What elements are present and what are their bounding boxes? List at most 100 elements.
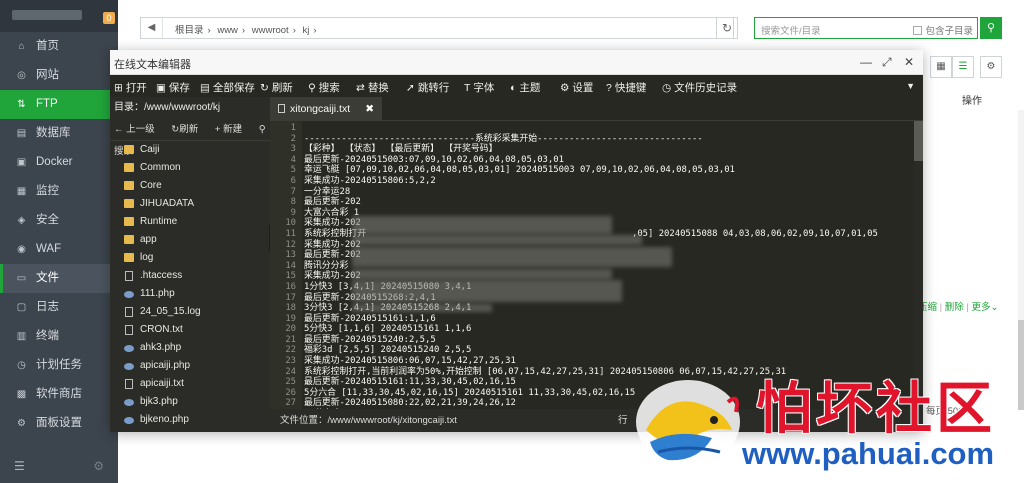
toolbar-theme-button[interactable]: ◐ 主题 <box>510 80 540 95</box>
tab-close-icon[interactable]: ✖ <box>365 97 374 121</box>
ops-column-header: 操作 <box>962 96 982 107</box>
crumb-wwwroot[interactable]: wwwroot <box>252 25 289 36</box>
crumb-www[interactable]: www <box>217 25 238 36</box>
sidebar-item-13[interactable]: ⚙ 面板设置 <box>0 409 118 438</box>
file-search-input[interactable]: 搜索文件/目录 包含子目录 <box>754 17 978 39</box>
path-refresh-icon[interactable]: ↻ <box>716 17 738 39</box>
sidebar-item-0[interactable]: ⌂ 首页 <box>0 32 118 61</box>
toolbar-save-button[interactable]: ▣ 保存 <box>156 80 190 95</box>
blurred-region <box>352 304 492 312</box>
code-line: 6 采集成功-20240515806:5,2,2 <box>290 175 436 186</box>
sidebar-item-label: WAF <box>36 243 62 255</box>
editor-title: 在线文本编辑器 <box>114 59 191 71</box>
settings-gear-icon[interactable]: ⚙ <box>980 56 1002 78</box>
minimize-icon[interactable]: — <box>860 55 872 69</box>
file-tree-item[interactable]: log <box>110 249 270 267</box>
toolbar-search-button[interactable]: ⚲ 搜索 <box>308 80 340 95</box>
sidebar-item-9[interactable]: ▢ 日志 <box>0 293 118 322</box>
folder-icon: ▭ <box>16 273 27 284</box>
file-tree-item[interactable]: Common <box>110 159 270 177</box>
sidebar-item-label: 软件商店 <box>36 388 82 400</box>
code-line: 8 最后更新-202 <box>290 197 361 208</box>
tab-xitongcaiji[interactable]: xitongcaiji.txt ✖ <box>270 97 382 121</box>
toolbar-collapse-icon[interactable]: ▼ <box>906 81 915 91</box>
search-icon[interactable]: ⚲ <box>980 17 1002 39</box>
toolbar-history-button[interactable]: ◷ 文件历史记录 <box>662 80 737 95</box>
sidebar-item-10[interactable]: ▥ 终端 <box>0 322 118 351</box>
file-tree-item[interactable]: 111.php <box>110 285 270 303</box>
terminal-icon: ▥ <box>16 331 27 342</box>
file-tree-item[interactable]: app <box>110 231 270 249</box>
file-tree-item[interactable]: Core <box>110 177 270 195</box>
sidebar-item-5[interactable]: ▦ 监控 <box>0 177 118 206</box>
collapse-menu-icon[interactable]: ☰ <box>14 459 25 473</box>
dir-refresh-button[interactable]: ↻刷新 <box>171 124 205 135</box>
text-file-icon <box>278 104 285 113</box>
close-icon[interactable]: ✕ <box>904 55 914 69</box>
sidebar: 0 ⌂ 首页 ◎ 网站 ⇅ FTP ▤ 数据库 ▣ Docker ▦ 监控 ◈ 安全 ◉ WAF ▭ 文件 ▢ 日志 ▥… <box>0 0 118 483</box>
search-icon: ⚲ <box>308 82 316 94</box>
sidebar-item-3[interactable]: ▤ 数据库 <box>0 119 118 148</box>
crumb-kj[interactable]: kj <box>303 25 310 36</box>
sidebar-item-7[interactable]: ◉ WAF <box>0 235 118 264</box>
sidebar-item-11[interactable]: ◷ 计划任务 <box>0 351 118 380</box>
sidebar-item-6[interactable]: ◈ 安全 <box>0 206 118 235</box>
sidebar-item-4[interactable]: ▣ Docker <box>0 148 118 177</box>
new-file-button[interactable]: + 新建 <box>215 124 249 135</box>
sidebar-item-1[interactable]: ◎ 网站 <box>0 61 118 90</box>
open-icon: ⊞ <box>114 82 123 94</box>
file-tree-item[interactable]: .htaccess <box>110 267 270 285</box>
delete-link[interactable]: 删除 <box>945 302 964 313</box>
code-line: 21 最后更新-20240515240:2,5,5 <box>285 334 436 345</box>
file-tree-item[interactable]: Caiji <box>110 141 270 159</box>
toolbar-font-button[interactable]: T 字体 <box>464 80 494 95</box>
php-file-icon <box>124 291 134 298</box>
up-level-button[interactable]: ← 上一级 <box>114 124 162 135</box>
file-tree-item[interactable]: ahk3.php <box>110 339 270 357</box>
file-tree-item[interactable]: apicaiji.php <box>110 357 270 375</box>
back-arrow-icon[interactable]: ◀ <box>141 18 163 38</box>
monitor-icon: ▦ <box>16 186 27 197</box>
more-link[interactable]: 更多 <box>972 302 991 313</box>
grid-view-icon[interactable]: ▦ <box>930 56 952 78</box>
file-tree-item[interactable]: JIHUADATA <box>110 195 270 213</box>
toolbar-open-button[interactable]: ⊞ 打开 <box>114 80 147 95</box>
list-view-icon[interactable]: ☰ <box>952 56 974 78</box>
sidebar-menu: ⌂ 首页 ◎ 网站 ⇅ FTP ▤ 数据库 ▣ Docker ▦ 监控 ◈ 安全 ◉ WAF ▭ 文件 ▢ 日志 ▥ 终端… <box>0 32 118 438</box>
notification-badge[interactable]: 0 <box>103 12 115 24</box>
search-placeholder: 搜索文件/目录 <box>761 26 821 37</box>
maximize-icon[interactable]: ⤢ <box>882 55 892 69</box>
file-tree-item[interactable]: bjk3.php <box>110 393 270 411</box>
toolbar-save-all-button[interactable]: ▤ 全部保存 <box>200 80 255 95</box>
sidebar-item-2[interactable]: ⇅ FTP <box>0 90 118 119</box>
toolbar-replace-button[interactable]: ⇄ 替换 <box>356 80 389 95</box>
file-tree-item[interactable]: bjkeno.php <box>110 411 270 429</box>
sidebar-item-label: 面板设置 <box>36 417 82 429</box>
blurred-region <box>352 216 612 234</box>
toolbar-settings-button[interactable]: ⚙ 设置 <box>560 80 593 95</box>
path-bar[interactable]: ◀ 根目录 › www › wwwroot › kj › <box>140 17 734 39</box>
breadcrumb: 根目录 › www › wwwroot › kj › <box>175 25 317 36</box>
file-tree-item[interactable]: 24_05_15.log <box>110 303 270 321</box>
server-info: 0 <box>0 0 118 32</box>
save-all-icon: ▤ <box>200 82 210 94</box>
php-file-icon <box>124 417 134 424</box>
toolbar-refresh-button[interactable]: ↻ 刷新 <box>260 80 293 95</box>
sidebar-item-label: 监控 <box>36 185 59 197</box>
toolbar-goto-line-button[interactable]: ➚ 跳转行 <box>406 80 449 95</box>
toolbar-shortcut-button[interactable]: ? 快捷键 <box>606 80 646 95</box>
code-line: 7 一分幸运28 <box>290 186 351 197</box>
code-line: 1 <box>290 123 296 133</box>
sidebar-settings-icon[interactable]: ⚙ <box>93 459 104 473</box>
file-tree-item[interactable]: apicaiji.txt <box>110 375 270 393</box>
crumb-root[interactable]: 根目录 <box>175 25 204 36</box>
include-subdir-checkbox[interactable]: 包含子目录 <box>913 23 973 37</box>
sidebar-item-8[interactable]: ▭ 文件 <box>0 264 118 293</box>
file-tree-item[interactable]: Runtime <box>110 213 270 231</box>
folder-icon <box>124 253 134 262</box>
blurred-region <box>352 280 622 302</box>
sidebar-item-12[interactable]: ▩ 软件商店 <box>0 380 118 409</box>
globe-icon: ◎ <box>17 70 26 81</box>
shield-icon: ◈ <box>17 215 26 226</box>
file-tree-item[interactable]: CRON.txt <box>110 321 270 339</box>
